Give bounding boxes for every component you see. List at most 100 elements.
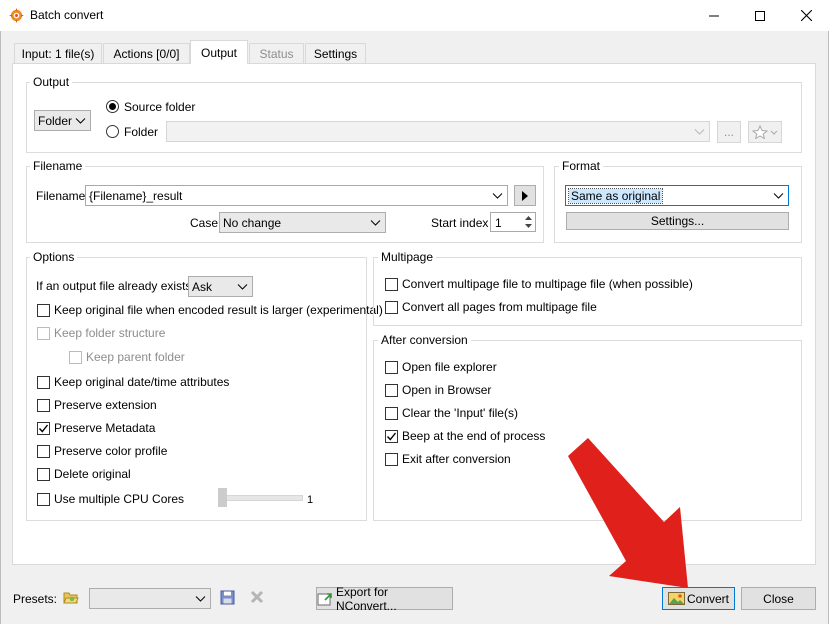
chevron-down-icon (75, 118, 86, 124)
cpu-cores-value: 1 (307, 494, 314, 506)
format-group-label: Format (559, 159, 604, 173)
preserve-metadata-checkbox[interactable] (37, 422, 50, 435)
keep-parent-folder-label: Keep parent folder (86, 350, 185, 364)
maximize-icon (755, 10, 765, 21)
keep-date-attributes-checkbox[interactable] (37, 376, 50, 389)
multiple-cpu-cores-checkbox[interactable] (37, 493, 50, 506)
multiple-cpu-cores-label: Use multiple CPU Cores (54, 492, 185, 506)
close-button[interactable]: Close (741, 587, 816, 610)
red-arrow-annotation (568, 438, 688, 588)
checkmark-icon (386, 432, 397, 441)
maximize-button[interactable] (737, 0, 783, 31)
keep-folder-structure-checkbox[interactable] (37, 327, 50, 340)
xnview-logo-icon (9, 8, 24, 23)
open-preset-button[interactable] (62, 589, 80, 607)
convert-multipage-checkbox[interactable] (385, 278, 398, 291)
options-group-label: Options (30, 250, 78, 264)
if-exists-value: Ask (192, 279, 213, 294)
if-exists-combo[interactable]: Ask (188, 276, 253, 297)
chevron-down-icon (237, 284, 248, 290)
format-value: Same as original (567, 187, 664, 204)
play-arrow-icon (522, 190, 528, 201)
output-type-combo[interactable]: Folder (34, 110, 91, 131)
open-file-explorer-label: Open file explorer (402, 360, 497, 374)
filename-label: Filename (36, 189, 86, 203)
tab-input[interactable]: Input: 1 file(s) (14, 43, 102, 63)
beep-end-checkbox[interactable] (385, 430, 398, 443)
delete-x-icon (250, 590, 264, 604)
keep-date-attributes-label: Keep original date/time attributes (54, 375, 230, 389)
minimize-icon (709, 15, 719, 16)
format-settings-label: Settings... (650, 214, 705, 228)
case-combo[interactable]: No change (219, 212, 386, 233)
floppy-disk-icon (220, 590, 235, 605)
close-label: Close (763, 591, 794, 606)
case-label: Case (190, 216, 219, 230)
checkmark-icon (38, 424, 49, 433)
presets-combo[interactable] (89, 588, 211, 609)
favorites-button[interactable] (748, 121, 782, 143)
open-in-browser-checkbox[interactable] (385, 384, 398, 397)
tab-output[interactable]: Output (190, 40, 248, 64)
keep-folder-structure-label: Keep folder structure (54, 326, 166, 340)
format-settings-button[interactable]: Settings... (566, 212, 789, 230)
folder-open-icon (63, 592, 79, 604)
minimize-button[interactable] (691, 0, 737, 31)
chevron-down-icon (694, 129, 705, 135)
tab-label: Actions [0/0] (113, 46, 180, 61)
multipage-group-label: Multipage (378, 250, 437, 264)
delete-original-label: Delete original (54, 467, 131, 481)
tab-status[interactable]: Status (249, 43, 304, 63)
cpu-cores-slider-track[interactable] (218, 495, 303, 501)
close-window-button[interactable] (783, 0, 829, 31)
output-type-value: Folder (38, 113, 73, 128)
keep-parent-folder-checkbox[interactable] (69, 351, 82, 364)
convert-all-pages-checkbox[interactable] (385, 301, 398, 314)
clear-input-files-label: Clear the 'Input' file(s) (402, 406, 518, 420)
clear-input-files-checkbox[interactable] (385, 407, 398, 420)
preserve-color-profile-label: Preserve color profile (54, 444, 168, 458)
convert-all-pages-label: Convert all pages from multipage file (402, 300, 597, 314)
start-index-value: 1 (495, 216, 502, 230)
folder-radio[interactable] (106, 125, 119, 138)
tab-label: Status (259, 46, 294, 61)
folder-path-combo[interactable] (166, 121, 710, 142)
delete-preset-button[interactable] (250, 590, 266, 606)
keep-original-larger-label: Keep original file when encoded result i… (54, 303, 383, 317)
output-group (26, 82, 802, 153)
format-combo[interactable]: Same as original (565, 185, 789, 206)
export-icon (317, 592, 332, 605)
insert-variable-button[interactable] (514, 185, 536, 206)
folder-label: Folder (124, 125, 159, 139)
filename-pattern-value: {Filename}_result (89, 188, 183, 203)
browse-folder-button[interactable]: ... (717, 121, 741, 143)
output-group-label: Output (30, 75, 73, 89)
window-title: Batch convert (30, 8, 104, 22)
chevron-down-icon (195, 596, 206, 602)
save-preset-button[interactable] (220, 590, 236, 606)
close-icon (800, 10, 812, 21)
filename-pattern-combo[interactable]: {Filename}_result (85, 185, 508, 206)
preserve-metadata-label: Preserve Metadata (54, 421, 156, 435)
tab-settings[interactable]: Settings (305, 43, 366, 63)
start-index-spinbox[interactable]: 1 (490, 212, 536, 232)
chevron-down-icon (370, 220, 381, 226)
source-folder-radio[interactable] (106, 100, 119, 113)
open-in-browser-label: Open in Browser (402, 383, 492, 397)
export-nconvert-button[interactable]: Export for NConvert... (316, 585, 453, 613)
delete-original-checkbox[interactable] (37, 468, 50, 481)
tab-actions[interactable]: Actions [0/0] (103, 43, 190, 63)
tab-label: Settings (313, 46, 358, 61)
open-file-explorer-checkbox[interactable] (385, 361, 398, 374)
exit-after-conversion-checkbox[interactable] (385, 453, 398, 466)
star-icon (752, 125, 778, 139)
spin-arrows-icon[interactable] (524, 215, 533, 229)
case-value: No change (223, 215, 282, 230)
filename-group-label: Filename (30, 159, 86, 173)
preserve-color-profile-checkbox[interactable] (37, 445, 50, 458)
keep-original-larger-checkbox[interactable] (37, 304, 50, 317)
after-conversion-group-label: After conversion (378, 333, 471, 347)
multipage-group (373, 257, 802, 326)
preserve-extension-checkbox[interactable] (37, 399, 50, 412)
cpu-cores-slider-thumb[interactable] (218, 488, 227, 507)
